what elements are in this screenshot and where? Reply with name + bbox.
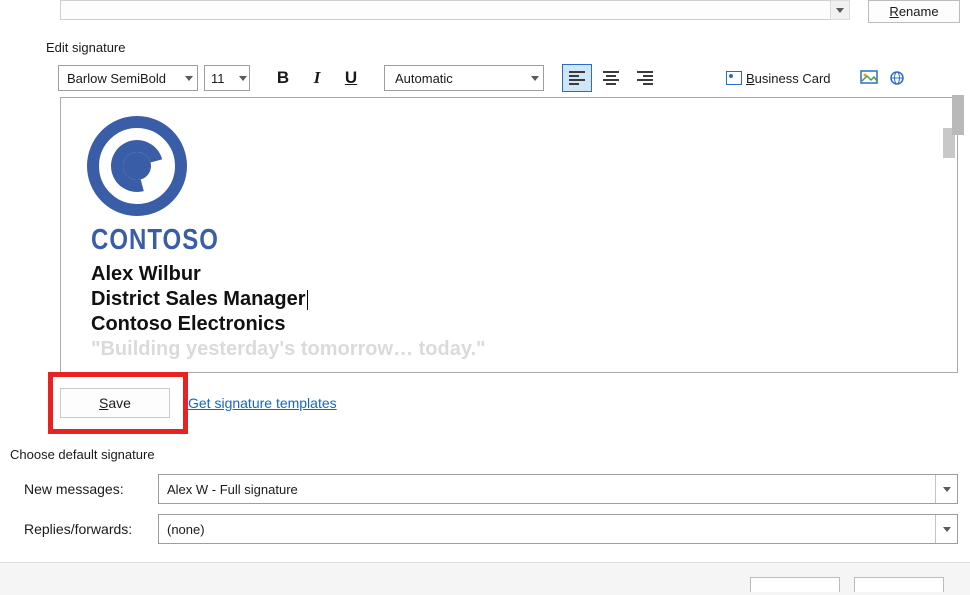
underline-button[interactable]: U xyxy=(336,64,366,92)
new-messages-select[interactable]: Alex W - Full signature xyxy=(158,474,958,504)
signature-line-tagline: "Building yesterday's tomorrow… today." xyxy=(91,337,947,362)
edit-signature-label: Edit signature xyxy=(46,40,126,55)
signature-name-dropdown[interactable] xyxy=(830,0,850,20)
align-center-icon xyxy=(603,71,619,85)
replies-dropdown-arrow xyxy=(935,515,957,543)
chevron-down-icon xyxy=(943,527,951,532)
insert-link-button[interactable] xyxy=(885,66,909,90)
business-card-button[interactable]: Business Card xyxy=(718,65,839,91)
get-templates-link[interactable]: Get signature templates xyxy=(188,395,337,411)
replies-forwards-select[interactable]: (none) xyxy=(158,514,958,544)
align-center-button[interactable] xyxy=(596,64,626,92)
link-icon xyxy=(888,70,906,86)
chevron-down-icon xyxy=(836,8,844,13)
italic-button[interactable]: I xyxy=(302,64,332,92)
signature-line-company: Contoso Electronics xyxy=(91,312,947,337)
logo-text: CONTOSO xyxy=(91,224,211,258)
font-color-select[interactable]: Automatic xyxy=(384,65,544,91)
contoso-logo: CONTOSO xyxy=(91,116,211,252)
signature-editor[interactable]: CONTOSO Alex Wilbur District Sales Manag… xyxy=(60,97,958,373)
chevron-down-icon xyxy=(943,487,951,492)
align-left-icon xyxy=(569,71,585,85)
save-button[interactable]: Save xyxy=(60,388,170,418)
picture-icon xyxy=(860,70,878,86)
save-label: Save xyxy=(99,395,131,411)
replies-forwards-label: Replies/forwards: xyxy=(24,521,158,537)
cancel-button[interactable] xyxy=(854,577,944,592)
rename-button[interactable]: Rename xyxy=(868,0,960,23)
business-card-icon xyxy=(726,71,742,85)
bold-button[interactable]: B xyxy=(268,64,298,92)
signature-line-name: Alex Wilbur xyxy=(91,262,947,287)
chevron-down-icon xyxy=(531,76,539,81)
signature-name-input[interactable] xyxy=(60,0,850,20)
font-color-value: Automatic xyxy=(395,71,453,86)
chevron-down-icon xyxy=(185,76,193,81)
choose-default-label: Choose default signature xyxy=(10,447,155,462)
font-size-value: 11 xyxy=(211,71,225,86)
align-right-button[interactable] xyxy=(630,64,660,92)
business-card-label: Business Card xyxy=(746,71,831,86)
align-right-icon xyxy=(637,71,653,85)
chevron-down-icon xyxy=(239,76,247,81)
replies-forwards-value: (none) xyxy=(167,522,205,537)
signature-toolbar: Barlow SemiBold 11 B I U Automatic Busin… xyxy=(58,62,970,94)
ok-button[interactable] xyxy=(750,577,840,592)
align-left-button[interactable] xyxy=(562,64,592,92)
insert-image-button[interactable] xyxy=(857,66,881,90)
dialog-scrollbar[interactable] xyxy=(952,95,964,135)
font-size-select[interactable]: 11 xyxy=(204,65,250,91)
rename-label: Rename xyxy=(889,4,938,19)
new-messages-label: New messages: xyxy=(24,481,158,497)
new-messages-dropdown-arrow xyxy=(935,475,957,503)
font-name-value: Barlow SemiBold xyxy=(67,71,166,86)
new-messages-value: Alex W - Full signature xyxy=(167,482,298,497)
font-name-select[interactable]: Barlow SemiBold xyxy=(58,65,198,91)
signature-line-title: District Sales Manager xyxy=(91,287,947,312)
